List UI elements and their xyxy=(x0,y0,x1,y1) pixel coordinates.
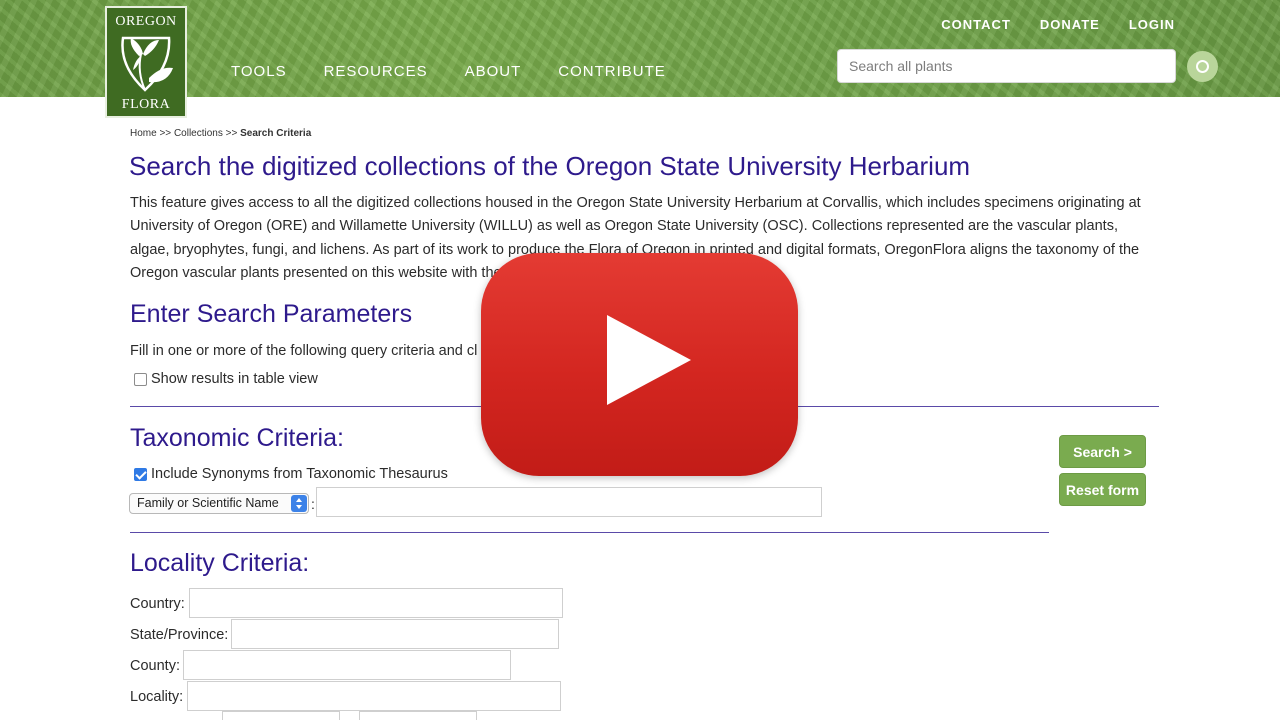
reset-form-button[interactable]: Reset form xyxy=(1059,473,1146,506)
breadcrumb: Home >> Collections >> Search Criteria xyxy=(130,128,311,139)
locality-input[interactable] xyxy=(187,681,561,711)
elevation-min-input[interactable] xyxy=(222,711,340,720)
breadcrumb-separator: >> xyxy=(225,128,238,139)
search-icon[interactable] xyxy=(1187,51,1218,82)
breadcrumb-separator: >> xyxy=(159,128,172,139)
nav-donate[interactable]: DONATE xyxy=(1040,17,1100,32)
table-view-label: Show results in table view xyxy=(151,371,318,387)
nav-tools[interactable]: TOOLS xyxy=(231,63,287,80)
taxon-type-value: Family or Scientific Name xyxy=(137,496,279,510)
nav-resources[interactable]: RESOURCES xyxy=(324,63,428,80)
table-view-checkbox[interactable] xyxy=(134,372,147,386)
select-arrows-icon xyxy=(291,495,307,512)
top-nav: CONTACT DONATE LOGIN xyxy=(912,17,1175,32)
video-play-button[interactable] xyxy=(481,253,798,476)
nav-login[interactable]: LOGIN xyxy=(1129,17,1175,32)
county-input[interactable] xyxy=(183,650,511,680)
synonyms-option: Include Synonyms from Taxonomic Thesauru… xyxy=(134,466,448,482)
locality-label: Locality: xyxy=(130,689,184,705)
elevation-max-input[interactable] xyxy=(359,711,477,720)
play-icon xyxy=(607,315,691,405)
breadcrumb-collections[interactable]: Collections xyxy=(174,128,223,139)
search-instructions: Fill in one or more of the following que… xyxy=(130,343,478,359)
taxon-type-row: Family or Scientific Name : xyxy=(129,493,315,514)
state-input[interactable] xyxy=(231,619,559,649)
taxon-type-select[interactable]: Family or Scientific Name xyxy=(129,493,309,514)
state-label: State/Province: xyxy=(130,627,229,643)
breadcrumb-current: Search Criteria xyxy=(240,128,312,139)
breadcrumb-home[interactable]: Home xyxy=(130,128,157,139)
site-header: TOOLS RESOURCES ABOUT CONTRIBUTE CONTACT… xyxy=(0,0,1280,97)
page-title: Search the digitized collections of the … xyxy=(129,151,971,181)
table-view-option: Show results in table view xyxy=(134,371,318,387)
scientific-name-input[interactable] xyxy=(316,487,822,517)
logo-bottom-text: FLORA xyxy=(121,97,171,112)
search-params-heading: Enter Search Parameters xyxy=(130,300,413,328)
nav-contribute[interactable]: CONTRIBUTE xyxy=(558,63,666,80)
taxonomic-heading: Taxonomic Criteria: xyxy=(130,424,344,452)
country-input[interactable] xyxy=(189,588,563,618)
divider xyxy=(130,532,1049,533)
synonyms-label: Include Synonyms from Taxonomic Thesauru… xyxy=(151,466,448,482)
locality-heading: Locality Criteria: xyxy=(130,549,310,577)
colon-label: : xyxy=(311,495,315,512)
nav-about[interactable]: ABOUT xyxy=(465,63,522,80)
nav-contact[interactable]: CONTACT xyxy=(941,17,1011,32)
country-label: Country: xyxy=(130,596,185,612)
search-button[interactable]: Search > xyxy=(1059,435,1146,468)
logo-top-text: OREGON xyxy=(115,14,177,29)
county-label: County: xyxy=(130,658,180,674)
oregon-flora-logo[interactable]: OREGON FLORA xyxy=(105,6,187,118)
main-nav: TOOLS RESOURCES ABOUT CONTRIBUTE xyxy=(231,63,703,80)
lily-icon xyxy=(121,36,173,92)
search-input[interactable] xyxy=(837,49,1176,83)
synonyms-checkbox[interactable] xyxy=(134,467,147,481)
